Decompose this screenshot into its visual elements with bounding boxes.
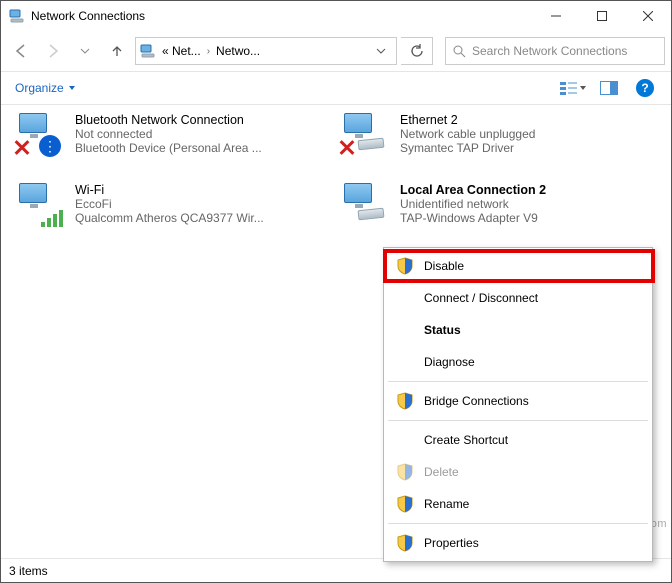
connection-status: Not connected (75, 127, 262, 141)
connection-status: EccoFi (75, 197, 264, 211)
titlebar: Network Connections (1, 1, 671, 31)
recent-dropdown[interactable] (71, 37, 99, 65)
preview-pane-button[interactable] (593, 76, 625, 100)
status-text: 3 items (9, 564, 48, 578)
chevron-right-icon[interactable]: › (207, 46, 210, 57)
help-icon: ? (636, 79, 654, 97)
app-icon (9, 8, 25, 24)
minimize-button[interactable] (533, 1, 579, 31)
network-connections-icon (140, 43, 156, 59)
ctx-properties[interactable]: Properties (384, 527, 652, 559)
connection-icon (336, 181, 394, 229)
command-bar: Organize ? (1, 71, 671, 105)
ctx-label: Disable (424, 259, 464, 273)
window-controls (533, 1, 671, 31)
chevron-down-icon (68, 84, 76, 92)
ctx-label: Delete (424, 465, 459, 479)
navigation-bar: « Net... › Netwo... (1, 31, 671, 71)
menu-separator (388, 381, 648, 382)
address-dropdown[interactable] (370, 46, 392, 56)
connection-status: Network cable unplugged (400, 127, 535, 141)
ctx-shortcut[interactable]: Create Shortcut (384, 424, 652, 456)
shield-icon (396, 495, 414, 513)
shield-icon (396, 463, 414, 481)
ctx-status[interactable]: Status (384, 314, 652, 346)
connection-item-ethernet[interactable]: Ethernet 2 Network cable unplugged Syman… (336, 111, 646, 159)
connection-item-wifi[interactable]: Wi-Fi EccoFi Qualcomm Atheros QCA9377 Wi… (11, 181, 321, 229)
refresh-button[interactable] (401, 37, 433, 65)
ctx-rename[interactable]: Rename (384, 488, 652, 520)
connection-name: Wi-Fi (75, 183, 264, 197)
search-box[interactable] (445, 37, 665, 65)
wifi-signal-icon (41, 209, 63, 227)
ctx-label: Rename (424, 497, 469, 511)
search-icon (452, 44, 466, 58)
ctx-disable[interactable]: Disable (384, 250, 652, 282)
menu-separator (388, 420, 648, 421)
ctx-diagnose[interactable]: Diagnose (384, 346, 652, 378)
connection-icon (11, 181, 69, 229)
connection-device: Qualcomm Atheros QCA9377 Wir... (75, 211, 264, 225)
organize-label: Organize (15, 81, 64, 95)
ctx-label: Diagnose (424, 355, 475, 369)
connection-device: TAP-Windows Adapter V9 (400, 211, 546, 225)
back-button[interactable] (7, 37, 35, 65)
connection-icon (336, 111, 394, 159)
close-button[interactable] (625, 1, 671, 31)
bluetooth-icon: ⋮ (39, 135, 61, 157)
explorer-window: Network Connections « Net... › Netwo... … (0, 0, 672, 583)
ctx-label: Bridge Connections (424, 394, 529, 408)
breadcrumb-part[interactable]: Netwo... (214, 44, 262, 58)
forward-button[interactable] (39, 37, 67, 65)
ctx-label: Create Shortcut (424, 433, 508, 447)
maximize-button[interactable] (579, 1, 625, 31)
ctx-label: Status (424, 323, 461, 337)
connection-device: Bluetooth Device (Personal Area ... (75, 141, 262, 155)
ctx-label: Properties (424, 536, 479, 550)
connection-device: Symantec TAP Driver (400, 141, 535, 155)
connection-name: Bluetooth Network Connection (75, 113, 262, 127)
ctx-bridge[interactable]: Bridge Connections (384, 385, 652, 417)
up-button[interactable] (103, 37, 131, 65)
shield-icon (396, 257, 414, 275)
search-input[interactable] (472, 44, 658, 58)
ctx-label: Connect / Disconnect (424, 291, 538, 305)
connection-name: Local Area Connection 2 (400, 183, 546, 197)
address-bar[interactable]: « Net... › Netwo... (135, 37, 397, 65)
context-menu: Disable Connect / Disconnect Status Diag… (383, 247, 653, 562)
connection-status: Unidentified network (400, 197, 546, 211)
connection-icon: ⋮ (11, 111, 69, 159)
help-button[interactable]: ? (629, 76, 661, 100)
view-options-button[interactable] (557, 76, 589, 100)
connection-item-bluetooth[interactable]: ⋮ Bluetooth Network Connection Not conne… (11, 111, 321, 159)
organize-button[interactable]: Organize (9, 77, 82, 99)
window-title: Network Connections (31, 9, 533, 23)
ctx-delete: Delete (384, 456, 652, 488)
connection-item-lan[interactable]: Local Area Connection 2 Unidentified net… (336, 181, 646, 229)
breadcrumb-part[interactable]: « Net... (160, 44, 203, 58)
ctx-connect[interactable]: Connect / Disconnect (384, 282, 652, 314)
shield-icon (396, 534, 414, 552)
connection-name: Ethernet 2 (400, 113, 535, 127)
shield-icon (396, 392, 414, 410)
menu-separator (388, 523, 648, 524)
